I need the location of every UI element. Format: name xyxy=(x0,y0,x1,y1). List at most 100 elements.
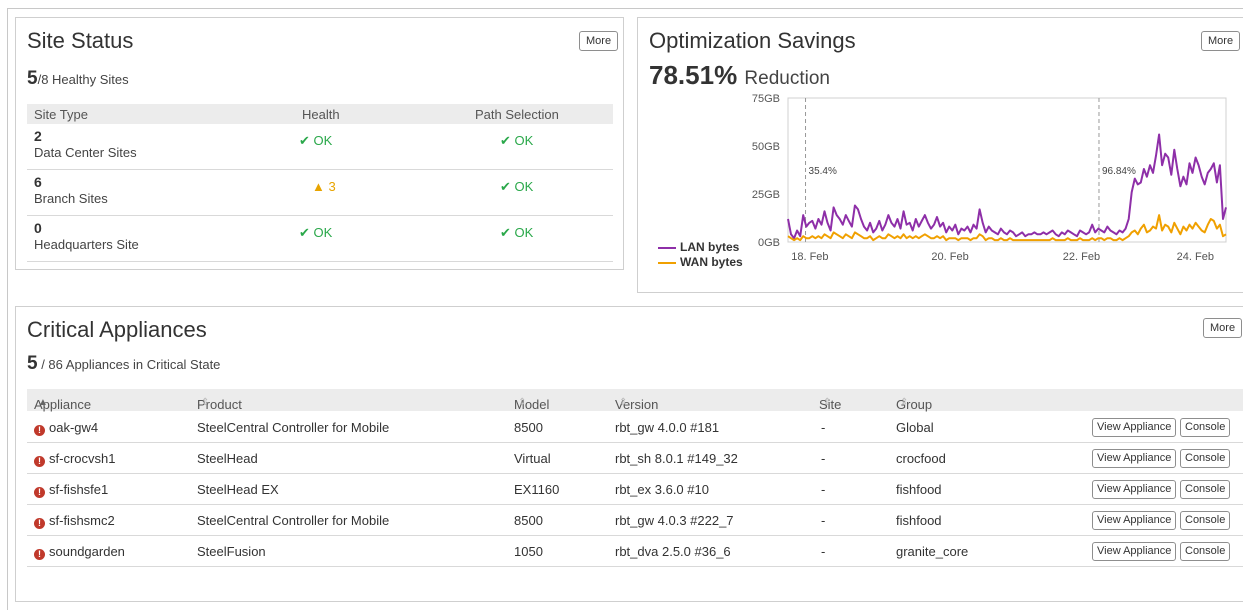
group-cell: granite_core xyxy=(896,544,969,559)
view-appliance-button[interactable]: View Appliance xyxy=(1092,542,1177,561)
x-tick-label: 18. Feb xyxy=(791,251,828,263)
col-health: Health xyxy=(302,107,340,122)
health-warning-status[interactable]: ▲ 3 xyxy=(312,179,336,194)
legend-wan[interactable]: WAN bytes xyxy=(658,255,743,269)
site-cell: - xyxy=(821,544,826,559)
site-cell: - xyxy=(821,451,826,466)
console-button[interactable]: Console xyxy=(1180,542,1231,561)
site-count: 2 xyxy=(34,128,42,144)
path-ok-status[interactable]: ✔ OK xyxy=(500,225,533,241)
legend-lan[interactable]: LAN bytes xyxy=(658,240,739,254)
console-button[interactable]: Console xyxy=(1180,511,1231,530)
version-cell: rbt_gw 4.0.3 #222_7 xyxy=(615,513,734,528)
appliances-table-header: Appliance ▲ Product ⇕ Model ⇕ Version ⇕ Site… xyxy=(27,389,1243,412)
path-ok-status[interactable]: ✔ OK xyxy=(500,133,533,149)
console-button[interactable]: Console xyxy=(1180,480,1231,499)
version-cell: rbt_dva 2.5.0 #36_6 xyxy=(615,544,731,559)
path-ok-status[interactable]: ✔ OK xyxy=(500,179,533,195)
version-cell: rbt_gw 4.0.0 #181 xyxy=(615,420,720,435)
sort-icon: ⇕ xyxy=(619,397,628,408)
x-tick-label: 22. Feb xyxy=(1063,251,1100,263)
view-appliance-button[interactable]: View Appliance xyxy=(1092,449,1177,468)
health-ok-status[interactable]: ✔ OK xyxy=(299,133,332,149)
healthy-sites-summary: 5/8 Healthy Sites xyxy=(27,68,129,90)
group-cell: fishfood xyxy=(896,513,942,528)
sort-icon: ⇕ xyxy=(201,397,210,408)
frame-border-left xyxy=(7,8,8,610)
frame-border-top xyxy=(7,8,1243,9)
site-count: 6 xyxy=(34,174,42,190)
site-status-more-button[interactable]: More xyxy=(579,31,619,51)
sort-asc-icon: ▲ xyxy=(38,397,48,408)
version-cell: rbt_ex 3.6.0 #10 xyxy=(615,482,709,497)
critical-rest: / 86 Appliances in Critical State xyxy=(41,357,221,372)
model-cell: 8500 xyxy=(514,420,543,435)
optimization-more-button[interactable]: More xyxy=(1201,31,1241,51)
site-type-label: Data Center Sites xyxy=(34,145,137,160)
col-path-selection: Path Selection xyxy=(475,107,559,122)
table-row: ! sf-fishsfe1 SteelHead EX EX1160 rbt_ex … xyxy=(27,474,1243,505)
critical-appliances-title: Critical Appliances xyxy=(27,317,207,342)
annotation-label: 96.84% xyxy=(1102,166,1136,177)
appliance-cell[interactable]: ! sf-fishsfe1 xyxy=(34,482,108,498)
optimization-savings-panel: Optimization Savings More 78.51% Reducti… xyxy=(637,17,1243,293)
site-type-label: Headquarters Site xyxy=(34,237,139,252)
view-appliance-button[interactable]: View Appliance xyxy=(1092,480,1177,499)
appliance-name: oak-gw4 xyxy=(49,420,99,435)
appliance-cell[interactable]: ! sf-fishsmc2 xyxy=(34,513,115,529)
model-cell: 8500 xyxy=(514,513,543,528)
view-appliance-button[interactable]: View Appliance xyxy=(1092,418,1177,437)
appliance-cell[interactable]: ! sf-crocvsh1 xyxy=(34,451,115,467)
site-cell: - xyxy=(821,420,826,435)
critical-summary: 5 / 86 Appliances in Critical State xyxy=(27,353,220,375)
optimization-line-chart: 75GB 50GB 25GB 0GB 18. Feb 20. Feb 22. Feb 24. … xyxy=(752,93,1227,263)
version-cell: rbt_sh 8.0.1 #149_32 xyxy=(615,451,738,466)
critical-alert-icon: ! xyxy=(34,487,45,498)
lan-swatch xyxy=(658,246,676,249)
sort-icon: ⇕ xyxy=(900,397,909,408)
reduction-label: Reduction xyxy=(744,68,830,89)
appliance-name: sf-crocvsh1 xyxy=(49,451,116,466)
col-site-type: Site Type xyxy=(34,107,88,122)
view-appliance-button[interactable]: View Appliance xyxy=(1092,511,1177,530)
critical-more-button[interactable]: More xyxy=(1203,318,1243,338)
product-cell: SteelHead EX xyxy=(197,482,279,497)
y-tick-label: 50GB xyxy=(752,141,780,153)
site-row-branch: 6 Branch Sites ▲ 3 ✔ OK xyxy=(27,170,613,216)
model-cell: EX1160 xyxy=(514,482,560,497)
table-row: ! soundgarden SteelFusion 1050 rbt_dva 2.… xyxy=(27,536,1243,567)
wan-swatch xyxy=(658,261,676,264)
health-ok-status[interactable]: ✔ OK xyxy=(299,225,332,241)
model-cell: 1050 xyxy=(514,544,543,559)
reduction-value: 78.51% xyxy=(649,60,738,90)
appliance-cell[interactable]: ! oak-gw4 xyxy=(34,420,98,436)
site-cell: - xyxy=(821,513,826,528)
model-cell: Virtual xyxy=(514,451,551,466)
table-row: ! oak-gw4 SteelCentral Controller for Mob… xyxy=(27,412,1243,443)
legend-lan-label: LAN bytes xyxy=(680,240,740,254)
sort-icon: ⇕ xyxy=(518,397,527,408)
y-tick-label: 0GB xyxy=(758,237,780,249)
annotation-label: 35.4% xyxy=(809,166,837,177)
table-row: ! sf-crocvsh1 SteelHead Virtual rbt_sh 8.… xyxy=(27,443,1243,474)
appliance-cell[interactable]: ! soundgarden xyxy=(34,544,125,560)
site-status-panel: Site Status More 5/8 Healthy Sites Site … xyxy=(15,17,624,270)
critical-count: 5 xyxy=(27,353,38,374)
site-type-label: Branch Sites xyxy=(34,191,108,206)
sort-icon: ⇕ xyxy=(823,397,832,408)
group-cell: Global xyxy=(896,420,934,435)
x-tick-label: 20. Feb xyxy=(931,251,968,263)
product-cell: SteelFusion xyxy=(197,544,266,559)
appliance-name: sf-fishsfe1 xyxy=(49,482,109,497)
console-button[interactable]: Console xyxy=(1180,449,1231,468)
healthy-rest: /8 Healthy Sites xyxy=(37,72,129,87)
y-tick-label: 75GB xyxy=(752,93,780,105)
console-button[interactable]: Console xyxy=(1180,418,1231,437)
healthy-count: 5 xyxy=(27,68,38,89)
x-tick-label: 24. Feb xyxy=(1177,251,1214,263)
y-tick-label: 25GB xyxy=(752,189,780,201)
critical-alert-icon: ! xyxy=(34,456,45,467)
table-row: ! sf-fishsmc2 SteelCentral Controller for… xyxy=(27,505,1243,536)
product-cell: SteelHead xyxy=(197,451,258,466)
critical-alert-icon: ! xyxy=(34,518,45,529)
